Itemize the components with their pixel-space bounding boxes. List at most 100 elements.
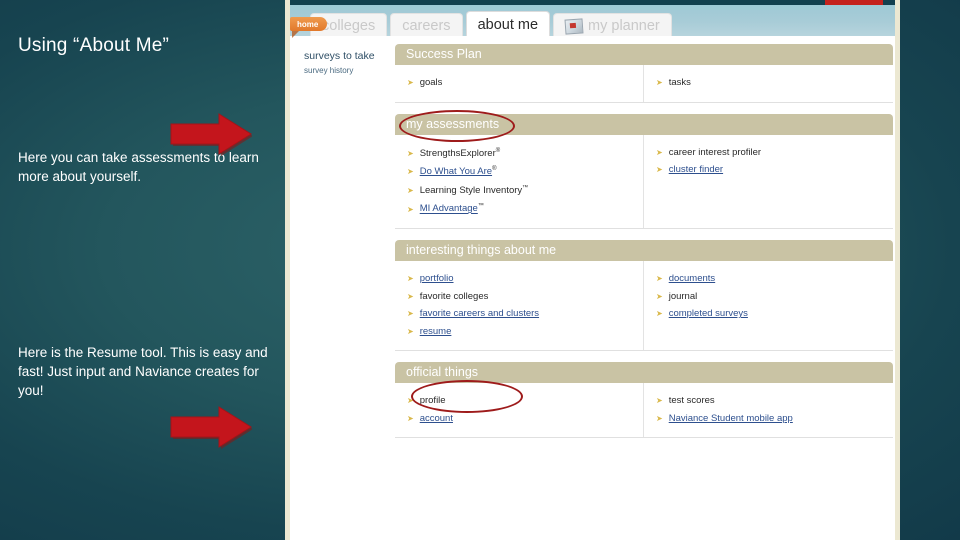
link-documents-label: documents: [668, 273, 716, 285]
chevron-right-icon: ➤: [656, 396, 663, 406]
chevron-right-icon: ➤: [407, 309, 414, 319]
chevron-right-icon: ➤: [407, 413, 414, 423]
link-tasks-label: tasks: [668, 77, 691, 88]
tab-careers[interactable]: careers: [390, 13, 463, 38]
panel-official-things: official things ➤ profile ➤ account ➤ te…: [395, 362, 893, 439]
sidebar-item-surveys-to-take[interactable]: surveys to take: [304, 50, 396, 62]
link-cluster-finder[interactable]: ➤ cluster finder: [656, 161, 893, 179]
panel-my-assessments-body: ➤ StrengthsExplorer® ➤ Do What You Are® …: [395, 134, 893, 230]
link-test-scores[interactable]: ➤ test scores: [656, 392, 893, 410]
link-account-label: account: [419, 412, 453, 424]
link-do-what-you-are-label: Do What You Are: [419, 166, 493, 178]
panel-interesting-things-title: interesting things about me: [395, 240, 893, 262]
link-tasks[interactable]: ➤ tasks: [656, 74, 893, 92]
calendar-picture-icon: [564, 17, 584, 35]
trademark-mark: ®: [495, 147, 501, 154]
naviance-app-window: home colleges careers about me my planne…: [285, 0, 900, 540]
link-completed-surveys-label: completed surveys: [668, 308, 748, 320]
chevron-right-icon: ➤: [407, 185, 414, 195]
chevron-right-icon: ➤: [407, 78, 414, 87]
trademark-mark: ™: [522, 184, 529, 191]
chevron-right-icon: ➤: [656, 291, 663, 301]
link-career-interest-profiler-label: career interest profiler: [668, 146, 762, 158]
chevron-right-icon: ➤: [407, 148, 414, 158]
panel-column-right: ➤ documents ➤ journal ➤ completed survey…: [644, 261, 893, 350]
page-title: Using “About Me”: [18, 35, 170, 56]
link-portfolio-label: portfolio: [419, 273, 454, 285]
link-do-what-you-are[interactable]: ➤ Do What You Are®: [407, 162, 643, 181]
chevron-right-icon: ➤: [656, 309, 663, 319]
panel-column-left: ➤ goals: [395, 65, 644, 102]
panel-column-left: ➤ profile ➤ account: [395, 383, 644, 438]
sidebar-surveys: surveys to take survey history: [304, 50, 396, 75]
tab-my-planner[interactable]: my planner: [553, 13, 672, 38]
link-profile[interactable]: ➤ profile: [407, 392, 643, 410]
tab-colleges-label: colleges: [322, 18, 376, 34]
tab-list: colleges careers about me my planner: [310, 11, 672, 38]
home-badge[interactable]: home: [290, 17, 328, 38]
panel-my-assessments: my assessments ➤ StrengthsExplorer® ➤ Do…: [395, 109, 893, 230]
link-learning-style-inventory[interactable]: ➤ Learning Style Inventory™: [407, 181, 643, 200]
link-career-interest-profiler[interactable]: ➤ career interest profiler: [656, 144, 893, 162]
panel-success-plan-title: Success Plan: [395, 44, 893, 65]
tab-bar: home colleges careers about me my planne…: [290, 0, 895, 38]
link-documents[interactable]: ➤ documents: [656, 270, 893, 288]
link-journal-label: journal: [668, 290, 698, 302]
link-naviance-student-mobile-app[interactable]: ➤ Naviance Student mobile app: [656, 410, 893, 428]
panel-stack: Success Plan ➤ goals ➤ tasks my assessme…: [395, 44, 893, 449]
panel-column-left: ➤ StrengthsExplorer® ➤ Do What You Are® …: [395, 134, 644, 229]
panel-official-things-title: official things: [395, 362, 893, 384]
link-completed-surveys[interactable]: ➤ completed surveys: [656, 305, 893, 323]
arrow-right-resume-icon: [170, 405, 253, 449]
top-red-band: [825, 0, 883, 5]
link-strengthsexplorer-label: StrengthsExplorer: [419, 147, 496, 159]
slide-canvas: Using “About Me” Here you can take asses…: [0, 0, 960, 540]
chevron-right-icon: ➤: [407, 167, 414, 177]
link-cluster-finder-label: cluster finder: [668, 164, 724, 175]
trademark-mark: ®: [492, 166, 497, 173]
link-portfolio[interactable]: ➤ portfolio: [407, 270, 643, 288]
panel-column-left: ➤ portfolio ➤ favorite colleges ➤ favori…: [395, 261, 644, 351]
app-content: surveys to take survey history Success P…: [290, 36, 895, 535]
link-goals[interactable]: ➤ goals: [407, 74, 643, 92]
tab-about-me[interactable]: about me: [465, 11, 551, 38]
panel-column-right: ➤ tasks: [644, 65, 893, 102]
tab-my-planner-label: my planner: [588, 18, 660, 34]
panel-column-right: ➤ test scores ➤ Naviance Student mobile …: [644, 383, 893, 437]
link-journal[interactable]: ➤ journal: [656, 288, 893, 306]
chevron-right-icon: ➤: [656, 147, 663, 157]
link-mi-advantage-label: MI Advantage: [419, 203, 478, 215]
link-test-scores-label: test scores: [668, 395, 715, 407]
panel-official-things-body: ➤ profile ➤ account ➤ test scores ➤ Navi…: [395, 383, 893, 439]
chevron-right-icon: ➤: [407, 396, 414, 406]
link-goals-label: goals: [419, 77, 443, 88]
tab-about-me-label: about me: [477, 17, 539, 33]
chevron-right-icon: ➤: [407, 291, 414, 301]
chevron-right-icon: ➤: [407, 274, 414, 284]
panel-interesting-things-body: ➤ portfolio ➤ favorite colleges ➤ favori…: [395, 261, 893, 352]
link-account[interactable]: ➤ account: [407, 410, 643, 428]
arrow-right-assessments-icon: [170, 112, 253, 156]
link-mi-advantage[interactable]: ➤ MI Advantage™: [407, 199, 643, 218]
chevron-right-icon: ➤: [656, 413, 663, 423]
panel-interesting-things: interesting things about me ➤ portfolio …: [395, 240, 893, 414]
link-favorite-colleges-label: favorite colleges: [419, 290, 489, 302]
panel-success-plan-body: ➤ goals ➤ tasks: [395, 65, 893, 103]
link-naviance-student-mobile-app-label: Naviance Student mobile app: [668, 412, 793, 424]
panel-my-assessments-title: my assessments: [395, 113, 893, 135]
link-learning-style-inventory-label: Learning Style Inventory: [419, 184, 523, 196]
chevron-right-icon: ➤: [656, 165, 663, 174]
link-favorite-colleges[interactable]: ➤ favorite colleges: [407, 288, 643, 306]
chevron-right-icon: ➤: [407, 204, 414, 214]
link-strengthsexplorer[interactable]: ➤ StrengthsExplorer®: [407, 144, 643, 163]
link-resume-label: resume: [419, 325, 452, 337]
panel-column-right: ➤ career interest profiler ➤ cluster fin…: [644, 135, 893, 229]
link-favorite-careers-and-clusters[interactable]: ➤ favorite careers and clusters: [407, 305, 643, 323]
panel-success-plan: Success Plan ➤ goals ➤ tasks: [395, 44, 893, 103]
tab-careers-label: careers: [402, 18, 451, 34]
link-favorite-careers-and-clusters-label: favorite careers and clusters: [419, 308, 540, 320]
link-resume[interactable]: ➤ resume: [407, 323, 643, 341]
trademark-mark: ™: [477, 203, 484, 210]
chevron-right-icon: ➤: [407, 326, 414, 336]
sidebar-item-survey-history[interactable]: survey history: [304, 66, 396, 75]
